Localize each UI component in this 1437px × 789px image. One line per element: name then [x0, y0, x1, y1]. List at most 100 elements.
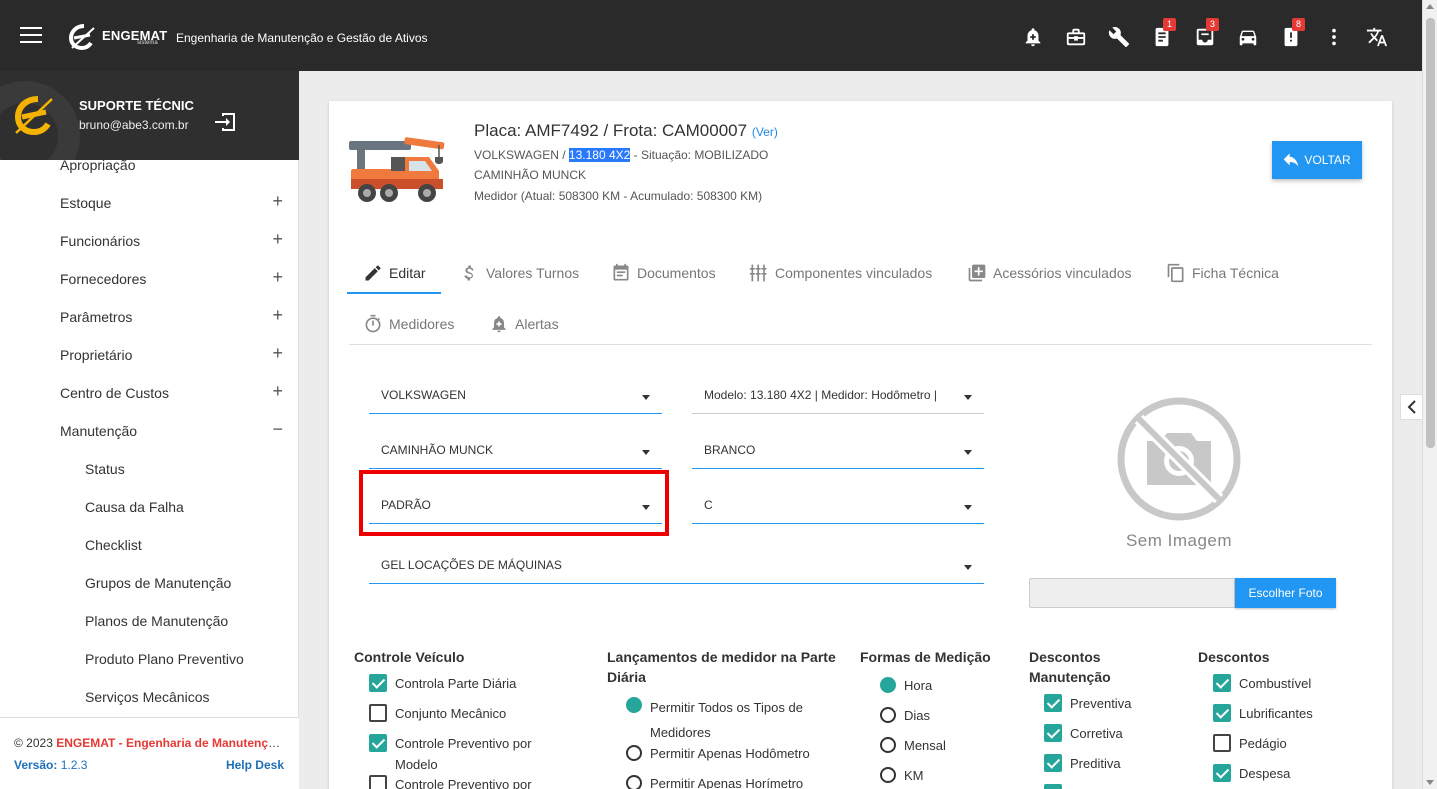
dollar-icon: [464, 265, 474, 281]
controla-parte-diaria-checkbox[interactable]: Controla Parte Diária: [369, 673, 569, 694]
reply-icon: [1284, 153, 1299, 167]
clipboard-icon[interactable]: 1: [1140, 18, 1183, 50]
brand-subtitle: sistema: [137, 40, 158, 46]
sidebar-subitem-causa-da-falha[interactable]: Causa da Falha: [0, 488, 299, 526]
lancamentos-title: Lançamentos de medidor na Parte Diária: [607, 649, 836, 685]
briefcase-icon[interactable]: [1054, 24, 1097, 50]
expand-icon[interactable]: +: [272, 381, 283, 402]
combustivel-checkbox[interactable]: Combustível: [1213, 673, 1311, 694]
photo-file-input[interactable]: [1029, 578, 1235, 608]
tab-componentes-vinculados[interactable]: Componentes vinculados: [749, 253, 932, 293]
corretiva-checkbox[interactable]: Corretiva: [1044, 723, 1123, 744]
checkbox-checked-icon: [1044, 724, 1062, 742]
checkbox-checked-icon: [369, 734, 387, 752]
dropdown-caret-icon: [642, 505, 650, 510]
sidebar-subitem-servicos-mecanicos[interactable]: Serviços Mecânicos: [0, 678, 299, 716]
tab-valores-turnos[interactable]: Valores Turnos: [460, 253, 579, 293]
inbox-icon[interactable]: 3: [1183, 18, 1226, 50]
sidebar-item-funcionarios[interactable]: Funcionários +: [0, 222, 299, 260]
sidebar-subitem-planos-de-manutencao[interactable]: Planos de Manutenção: [0, 602, 299, 640]
panel-toggle-button[interactable]: [1400, 394, 1422, 420]
expand-icon[interactable]: +: [272, 305, 283, 326]
modelo-select[interactable]: Modelo: 13.180 4X2 | Medidor: Hodômetro …: [692, 374, 984, 414]
tab-medidores[interactable]: Medidores: [363, 304, 454, 344]
permitir-hodometro-radio[interactable]: Permitir Apenas Hodômetro: [626, 743, 826, 764]
sidebar-subitem-produto-plano-preventivo[interactable]: Produto Plano Preventivo: [0, 640, 299, 678]
preventiva-checkbox[interactable]: Preventiva: [1044, 693, 1131, 714]
notification-badge: 3: [1206, 18, 1219, 31]
app-title: Engenharia de Manutenção e Gestão de Ati…: [176, 31, 428, 45]
sidebar-subitem-label: Causa da Falha: [85, 499, 184, 515]
chevron-left-icon: [1407, 400, 1416, 414]
controle-preventivo-checkbox[interactable]: Controle Preventivo por: [369, 774, 569, 789]
bell-plus-icon[interactable]: [1011, 24, 1054, 50]
despesa-checkbox[interactable]: Despesa: [1213, 763, 1290, 784]
tipo-select[interactable]: CAMINHÃO MUNCK: [369, 429, 662, 469]
sidebar-item-proprietario[interactable]: Proprietário +: [0, 336, 299, 374]
padrao-select[interactable]: PADRÃO: [369, 484, 662, 524]
conjunto-mecanico-checkbox[interactable]: Conjunto Mecânico: [369, 703, 569, 724]
alert-note-icon[interactable]: 8: [1269, 18, 1312, 50]
dropdown-caret-icon: [964, 505, 972, 510]
tab-alertas[interactable]: Alertas: [489, 304, 559, 344]
sidebar-item-apropriacao[interactable]: Apropriação: [0, 160, 299, 184]
expand-icon[interactable]: +: [272, 229, 283, 250]
cor-select[interactable]: BRANCO: [692, 429, 984, 469]
scroll-down-icon[interactable]: [1426, 780, 1434, 785]
checkbox-checked-icon: [1044, 694, 1062, 712]
sidebar-item-centro-de-custos[interactable]: Centro de Custos +: [0, 374, 299, 412]
radio-unselected-icon: [880, 707, 896, 723]
scroll-up-icon[interactable]: [1426, 4, 1434, 9]
categoria-select[interactable]: C: [692, 484, 984, 524]
copy-icon: [1167, 263, 1184, 283]
pedagio-checkbox[interactable]: Pedágio: [1213, 733, 1287, 754]
km-radio[interactable]: KM: [880, 765, 924, 786]
tab-editar[interactable]: Editar: [363, 253, 426, 293]
sidebar-subitem-checklist[interactable]: Checklist: [0, 526, 299, 564]
page-scrollbar[interactable]: [1422, 0, 1437, 789]
crane-truck-icon: [349, 137, 445, 202]
wrench-icon[interactable]: [1097, 24, 1140, 50]
collapse-icon[interactable]: −: [272, 419, 283, 440]
add-box-icon: [968, 264, 986, 282]
ver-link[interactable]: (Ver): [752, 125, 778, 139]
dias-radio[interactable]: Dias: [880, 705, 930, 726]
expand-icon[interactable]: +: [272, 267, 283, 288]
back-button[interactable]: VOLTAR: [1272, 141, 1362, 179]
tab-acessorios-vinculados[interactable]: Acessórios vinculados: [967, 253, 1132, 293]
translate-icon[interactable]: [1355, 24, 1398, 50]
expand-icon[interactable]: +: [272, 191, 283, 212]
sidebar-item-parametros[interactable]: Parâmetros +: [0, 298, 299, 336]
permitir-todos-radio[interactable]: Permitir Todos os Tipos de Medidores: [626, 695, 826, 745]
lubrificantes-checkbox[interactable]: Lubrificantes: [1213, 703, 1313, 724]
scrollbar-thumb[interactable]: [1426, 18, 1435, 448]
preditiva-checkbox[interactable]: Preditiva: [1044, 753, 1121, 774]
sidebar-item-estoque[interactable]: Estoque +: [0, 184, 299, 222]
tab-documentos[interactable]: Documentos: [611, 253, 716, 293]
choose-photo-button[interactable]: Escolher Foto: [1235, 578, 1336, 608]
sidebar-item-label: Estoque: [60, 195, 112, 211]
more-vert-icon[interactable]: [1312, 24, 1355, 50]
sidebar-item-label: Centro de Custos: [60, 385, 169, 401]
radio-unselected-icon: [880, 737, 896, 753]
sidebar-subitem-grupos-de-manutencao[interactable]: Grupos de Manutenção: [0, 564, 299, 602]
controle-preventivo-modelo-checkbox[interactable]: Controle Preventivo por Modelo: [369, 733, 569, 775]
hamburger-menu-icon[interactable]: [20, 27, 42, 43]
tab-ficha-tecnica[interactable]: Ficha Técnica: [1166, 253, 1279, 293]
permitir-horimetro-radio[interactable]: Permitir Apenas Horímetro: [626, 773, 826, 789]
proprietario-select[interactable]: GEL LOCAÇÕES DE MÁQUINAS: [369, 544, 984, 584]
dropdown-caret-icon: [642, 450, 650, 455]
sidebar-subitem-status[interactable]: Status: [0, 450, 299, 488]
help-desk-link[interactable]: Help Desk: [226, 758, 284, 772]
car-icon[interactable]: [1226, 24, 1269, 50]
marca-select[interactable]: VOLKSWAGEN: [369, 374, 662, 414]
sidebar-item-manutencao[interactable]: Manutenção −: [0, 412, 299, 450]
mensal-radio[interactable]: Mensal: [880, 735, 946, 756]
hora-radio[interactable]: Hora: [880, 675, 932, 696]
logout-icon[interactable]: [213, 111, 237, 133]
checkbox-unchecked-icon: [369, 775, 387, 789]
components-icon: [749, 264, 767, 282]
sidebar-item-fornecedores[interactable]: Fornecedores +: [0, 260, 299, 298]
partial-checkbox[interactable]: [1044, 783, 1062, 789]
expand-icon[interactable]: +: [272, 343, 283, 364]
